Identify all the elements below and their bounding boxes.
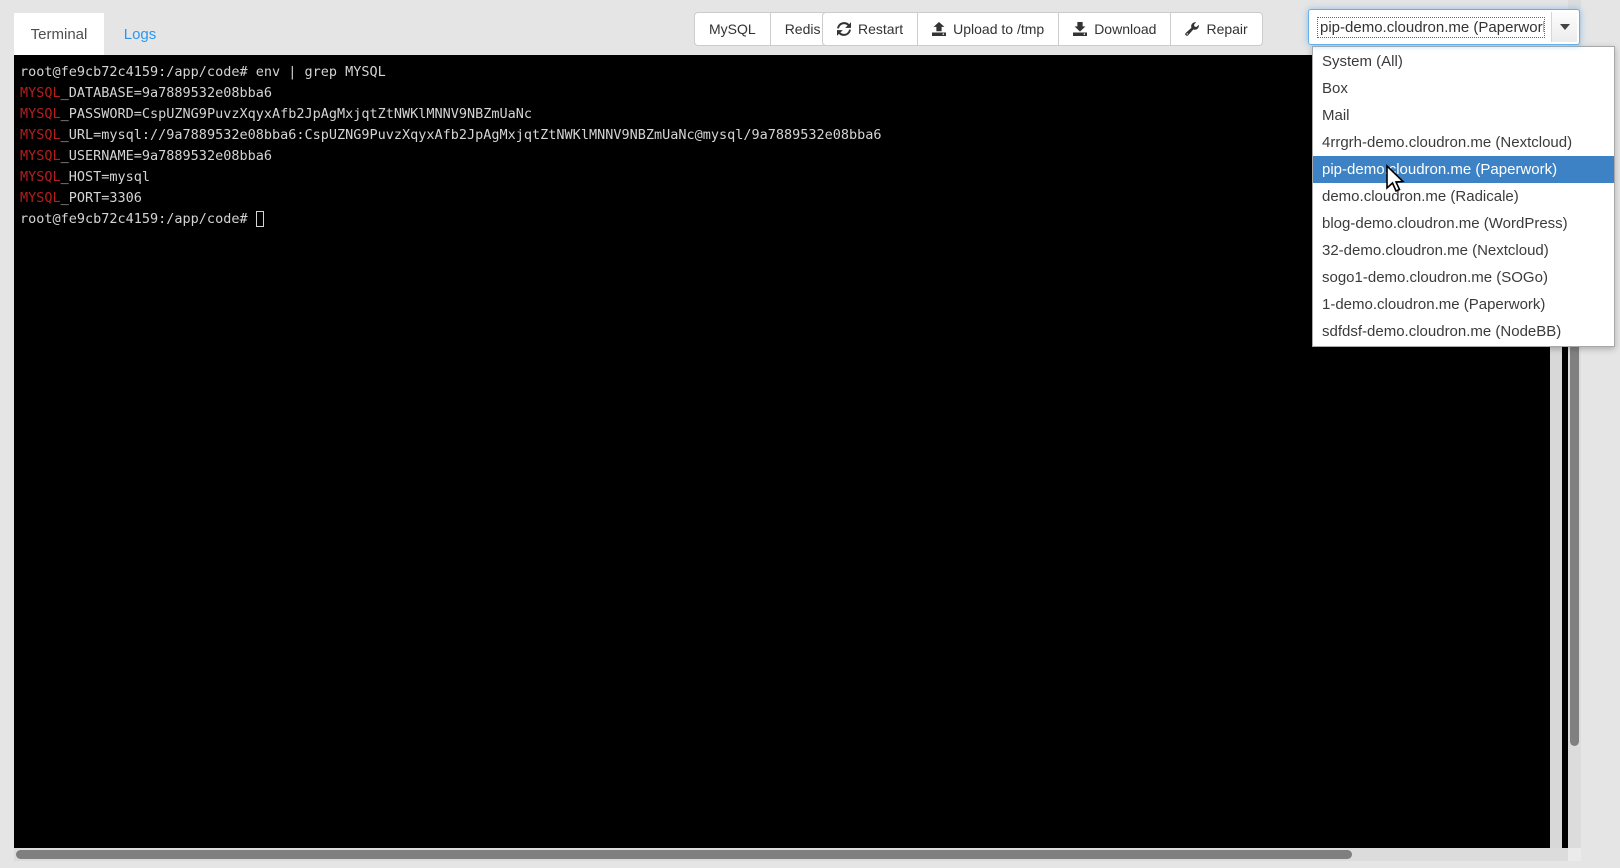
dropdown-option[interactable]: sogo1-demo.cloudron.me (SOGo)	[1313, 264, 1614, 291]
dropdown-option[interactable]: blog-demo.cloudron.me (WordPress)	[1313, 210, 1614, 237]
terminal-line: MYSQL_DATABASE=9a7889532e08bba6	[20, 83, 882, 104]
refresh-icon	[837, 22, 851, 36]
app-select-dropdown: System (All)BoxMail4rrgrh-demo.cloudron.…	[1312, 46, 1615, 347]
tab-terminal-label: Terminal	[31, 26, 88, 43]
wrench-icon	[1185, 22, 1199, 36]
download-button[interactable]: Download	[1059, 12, 1171, 46]
terminal-line: MYSQL_USERNAME=9a7889532e08bba6	[20, 146, 882, 167]
terminal-line: root@fe9cb72c4159:/app/code# env | grep …	[20, 62, 882, 83]
download-button-label: Download	[1094, 21, 1156, 37]
mysql-button-label: MySQL	[709, 21, 756, 37]
horizontal-scrollbar-thumb[interactable]	[16, 850, 1352, 859]
terminal-text: _DATABASE=9a7889532e08bba6	[61, 85, 272, 101]
dropdown-option[interactable]: sdfdsf-demo.cloudron.me (NodeBB)	[1313, 318, 1614, 345]
restart-button[interactable]: Restart	[822, 12, 918, 46]
terminal-cursor	[256, 211, 264, 227]
upload-button-label: Upload to /tmp	[953, 21, 1044, 37]
chevron-down-icon[interactable]	[1551, 12, 1577, 42]
action-button-group: Restart Upload to /tmp Download Repair	[822, 12, 1263, 46]
dropdown-option[interactable]: pip-demo.cloudron.me (Paperwork)	[1313, 156, 1614, 183]
terminal-text: _PORT=3306	[61, 190, 142, 206]
terminal-line: MYSQL_PASSWORD=CspUZNG9PuvzXqyxAfb2JpAgM…	[20, 104, 882, 125]
tab-terminal[interactable]: Terminal	[14, 13, 104, 55]
dropdown-option[interactable]: 32-demo.cloudron.me (Nextcloud)	[1313, 237, 1614, 264]
grep-match-text: MYSQL	[20, 106, 61, 122]
scrollbar-corner	[1568, 848, 1581, 861]
app-select-value: pip-demo.cloudron.me (Paperwork	[1318, 18, 1544, 37]
app-select[interactable]: pip-demo.cloudron.me (Paperwork	[1308, 9, 1580, 45]
terminal-text: _PASSWORD=CspUZNG9PuvzXqyxAfb2JpAgMxjqtZ…	[61, 106, 532, 122]
restart-button-label: Restart	[858, 21, 903, 37]
repair-button-label: Repair	[1206, 21, 1247, 37]
grep-match-text: MYSQL	[20, 85, 61, 101]
dropdown-option[interactable]: 1-demo.cloudron.me (Paperwork)	[1313, 291, 1614, 318]
dropdown-option[interactable]: 4rrgrh-demo.cloudron.me (Nextcloud)	[1313, 129, 1614, 156]
redis-button-label: Redis	[785, 21, 821, 37]
upload-icon	[932, 22, 946, 36]
terminal-line: MYSQL_URL=mysql://9a7889532e08bba6:CspUZ…	[20, 125, 882, 146]
terminal-text: root@fe9cb72c4159:/app/code#	[20, 211, 256, 227]
terminal-line: MYSQL_HOST=mysql	[20, 167, 882, 188]
terminal-line: MYSQL_PORT=3306	[20, 188, 882, 209]
grep-match-text: MYSQL	[20, 190, 61, 206]
terminal-text: _HOST=mysql	[61, 169, 150, 185]
grep-match-text: MYSQL	[20, 148, 61, 164]
dropdown-option[interactable]: Mail	[1313, 102, 1614, 129]
download-icon	[1073, 22, 1087, 36]
terminal-output: root@fe9cb72c4159:/app/code# env | grep …	[20, 62, 882, 230]
tab-logs[interactable]: Logs	[104, 13, 176, 55]
database-button-group: MySQL Redis	[694, 12, 835, 46]
grep-match-text: MYSQL	[20, 169, 61, 185]
dropdown-option[interactable]: Box	[1313, 75, 1614, 102]
terminal-text: _USERNAME=9a7889532e08bba6	[61, 148, 272, 164]
dropdown-option[interactable]: demo.cloudron.me (Radicale)	[1313, 183, 1614, 210]
repair-button[interactable]: Repair	[1171, 12, 1262, 46]
terminal-text: _URL=mysql://9a7889532e08bba6:CspUZNG9Pu…	[61, 127, 882, 143]
dropdown-option[interactable]: System (All)	[1313, 48, 1614, 75]
upload-button[interactable]: Upload to /tmp	[918, 12, 1059, 46]
terminal-text: root@fe9cb72c4159:/app/code# env | grep …	[20, 64, 386, 80]
tab-logs-label: Logs	[124, 26, 157, 43]
terminal-line: root@fe9cb72c4159:/app/code#	[20, 209, 882, 230]
grep-match-text: MYSQL	[20, 127, 61, 143]
mysql-button[interactable]: MySQL	[694, 12, 771, 46]
horizontal-scrollbar[interactable]	[14, 848, 1568, 861]
